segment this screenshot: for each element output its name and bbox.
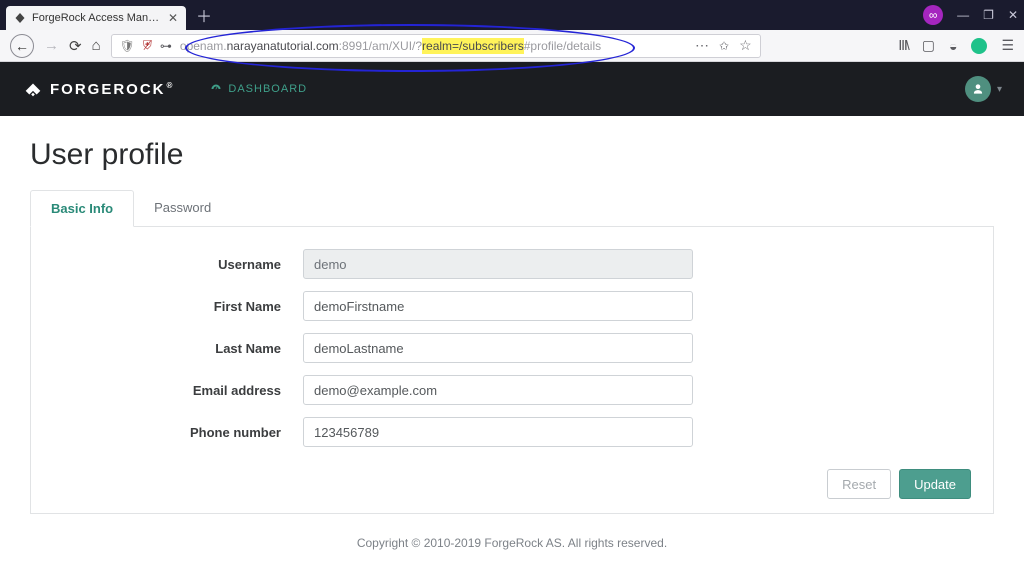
username-label: Username [53, 257, 303, 272]
footer-copyright: Copyright © 2010-2019 ForgeRock AS. All … [30, 536, 994, 550]
phone-label: Phone number [53, 425, 303, 440]
url-text: openam.narayanatutorial.com:8991/am/XUI/… [180, 39, 601, 53]
profile-tabs: Basic Info Password [30, 190, 994, 227]
extension-green-icon[interactable] [971, 38, 987, 54]
brand-text: FORGEROCK [50, 81, 166, 98]
page-actions-icon[interactable]: ⋯ [695, 37, 709, 54]
row-phone: Phone number [53, 417, 971, 447]
tracking-shield-icon[interactable]: 🛡 [120, 39, 135, 53]
maximize-button[interactable]: ❐ [983, 8, 994, 22]
tab-favicon-icon [14, 12, 26, 24]
reload-button[interactable]: ⟳ [69, 37, 82, 55]
panel-actions: Reset Update [53, 469, 971, 499]
browser-tab[interactable]: ForgeRock Access Managemen ✕ [6, 6, 186, 30]
row-username: Username [53, 249, 971, 279]
row-lastname: Last Name [53, 333, 971, 363]
registered-mark: ® [167, 81, 175, 90]
reader-view-icon[interactable]: ✩ [719, 39, 729, 53]
avatar [965, 76, 991, 102]
row-firstname: First Name [53, 291, 971, 321]
user-menu[interactable]: ▾ [965, 76, 1002, 102]
username-input [303, 249, 693, 279]
reset-button[interactable]: Reset [827, 469, 891, 499]
phone-input[interactable] [303, 417, 693, 447]
browser-tab-strip: ForgeRock Access Managemen ✕ ＋ ∞ — ❐ ✕ [0, 0, 1024, 30]
close-icon[interactable]: ✕ [168, 11, 178, 25]
minimize-button[interactable]: — [957, 8, 969, 22]
page-content: User profile Basic Info Password Usernam… [0, 116, 1024, 564]
logo-mark-icon [22, 78, 44, 100]
browser-toolbar: ← → ⟳ ⌂ 🛡 ⛨̸ ⊶ openam.narayanatutorial.c… [0, 30, 1024, 62]
new-tab-button[interactable]: ＋ [196, 3, 212, 27]
tab-password[interactable]: Password [134, 190, 231, 226]
email-label: Email address [53, 383, 303, 398]
close-window-button[interactable]: ✕ [1008, 8, 1018, 22]
forward-button[interactable]: → [44, 37, 59, 54]
update-button[interactable]: Update [899, 469, 971, 499]
window-controls: ∞ — ❐ ✕ [923, 5, 1018, 25]
back-button[interactable]: ← [10, 34, 34, 58]
permission-key-icon[interactable]: ⊶ [160, 39, 172, 53]
page-title: User profile [30, 138, 994, 172]
lastname-input[interactable] [303, 333, 693, 363]
tab-basic-info[interactable]: Basic Info [30, 190, 134, 227]
row-email: Email address [53, 375, 971, 405]
menu-icon[interactable]: ☰ [1001, 37, 1014, 54]
tab-title: ForgeRock Access Managemen [32, 12, 162, 24]
url-bar[interactable]: 🛡 ⛨̸ ⊶ openam.narayanatutorial.com:8991/… [111, 34, 761, 58]
forgerock-logo[interactable]: FORGEROCK® [22, 78, 174, 100]
firstname-input[interactable] [303, 291, 693, 321]
dashboard-link[interactable]: DASHBOARD [210, 83, 307, 95]
bookmark-star-icon[interactable]: ☆ [739, 37, 752, 54]
dashboard-icon [210, 83, 222, 95]
email-input[interactable] [303, 375, 693, 405]
chevron-down-icon: ▾ [997, 84, 1002, 95]
insecure-lock-icon[interactable]: ⛨̸ [143, 38, 152, 53]
dashboard-label: DASHBOARD [228, 83, 307, 95]
extension-icon[interactable]: ∞ [923, 5, 943, 25]
basic-info-panel: Username First Name Last Name Email addr… [30, 227, 994, 514]
firstname-label: First Name [53, 299, 303, 314]
account-icon[interactable]: ◒ [949, 38, 957, 54]
library-icon[interactable]: Ⅲ\ [898, 37, 908, 54]
pocket-icon[interactable]: ▢ [922, 37, 935, 54]
home-button[interactable]: ⌂ [92, 37, 101, 54]
lastname-label: Last Name [53, 341, 303, 356]
app-header: FORGEROCK® DASHBOARD ▾ [0, 62, 1024, 116]
